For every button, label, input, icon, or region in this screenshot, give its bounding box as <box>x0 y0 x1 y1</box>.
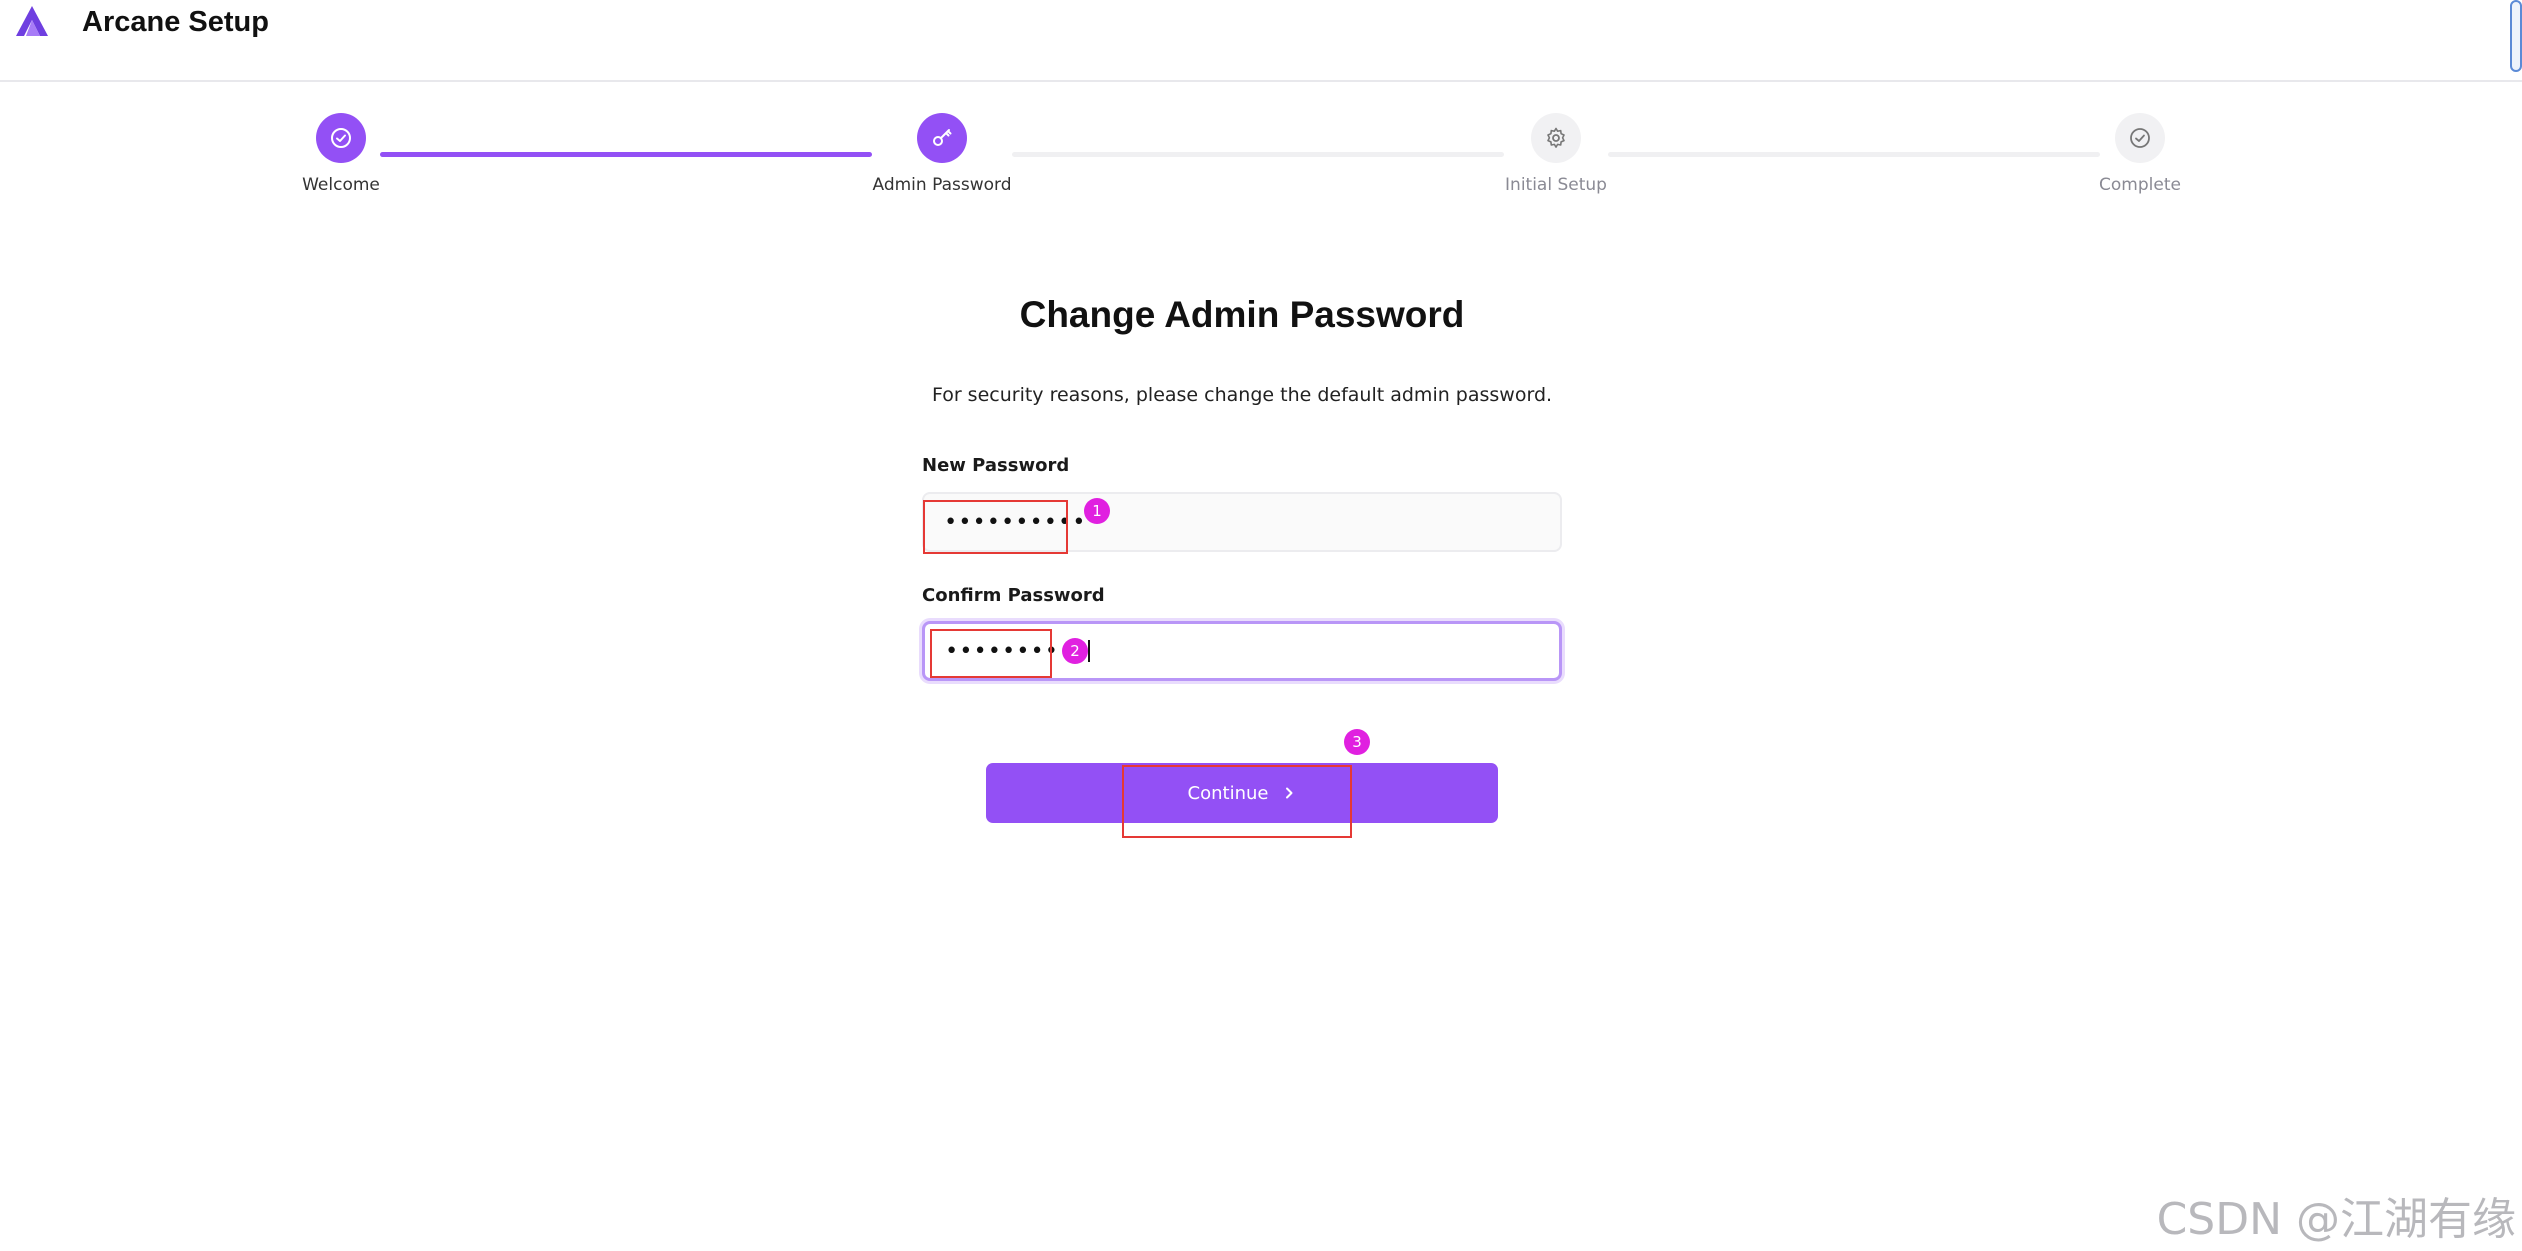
key-icon <box>933 129 952 146</box>
scrollbar-thumb[interactable] <box>2510 0 2522 72</box>
watermark-text: CSDN @江湖有缘 <box>2156 1194 2516 1245</box>
annotation-box-3 <box>1122 765 1352 838</box>
page-title: Change Admin Password <box>1019 294 1465 335</box>
step-welcome: Welcome <box>241 113 441 195</box>
app-title: Arcane Setup <box>82 6 269 38</box>
step-connector-1 <box>380 152 872 157</box>
annotation-badge-3: 3 <box>1344 729 1370 755</box>
arcane-logo-icon <box>16 6 48 36</box>
step-initial-setup-label: Initial Setup <box>1505 175 1607 195</box>
step-connector-2 <box>1012 152 1504 157</box>
step-welcome-circle <box>316 113 366 163</box>
step-complete-label: Complete <box>2099 175 2181 195</box>
page-subtitle: For security reasons, please change the … <box>931 384 1553 406</box>
annotation-box-2 <box>930 629 1052 678</box>
step-initial-setup-circle <box>1531 113 1581 163</box>
annotation-badge-2: 2 <box>1062 638 1088 664</box>
step-admin-password-circle <box>917 113 967 163</box>
annotation-box-1 <box>923 500 1068 554</box>
step-complete: Complete <box>2040 113 2240 195</box>
step-complete-circle <box>2115 113 2165 163</box>
app-header: Arcane Setup <box>0 0 2522 82</box>
check-circle-icon <box>2130 128 2150 148</box>
step-initial-setup: Initial Setup <box>1456 113 1656 195</box>
step-admin-password: Admin Password <box>842 113 1042 195</box>
new-password-label: New Password <box>922 455 1070 476</box>
gear-icon <box>1547 127 1565 148</box>
text-caret <box>1088 640 1091 662</box>
step-admin-password-label: Admin Password <box>872 175 1012 195</box>
step-connector-3 <box>1608 152 2100 157</box>
check-circle-icon <box>331 128 351 148</box>
annotation-badge-1: 1 <box>1084 498 1110 524</box>
step-welcome-label: Welcome <box>302 175 380 195</box>
confirm-password-label: Confirm Password <box>922 585 1105 606</box>
